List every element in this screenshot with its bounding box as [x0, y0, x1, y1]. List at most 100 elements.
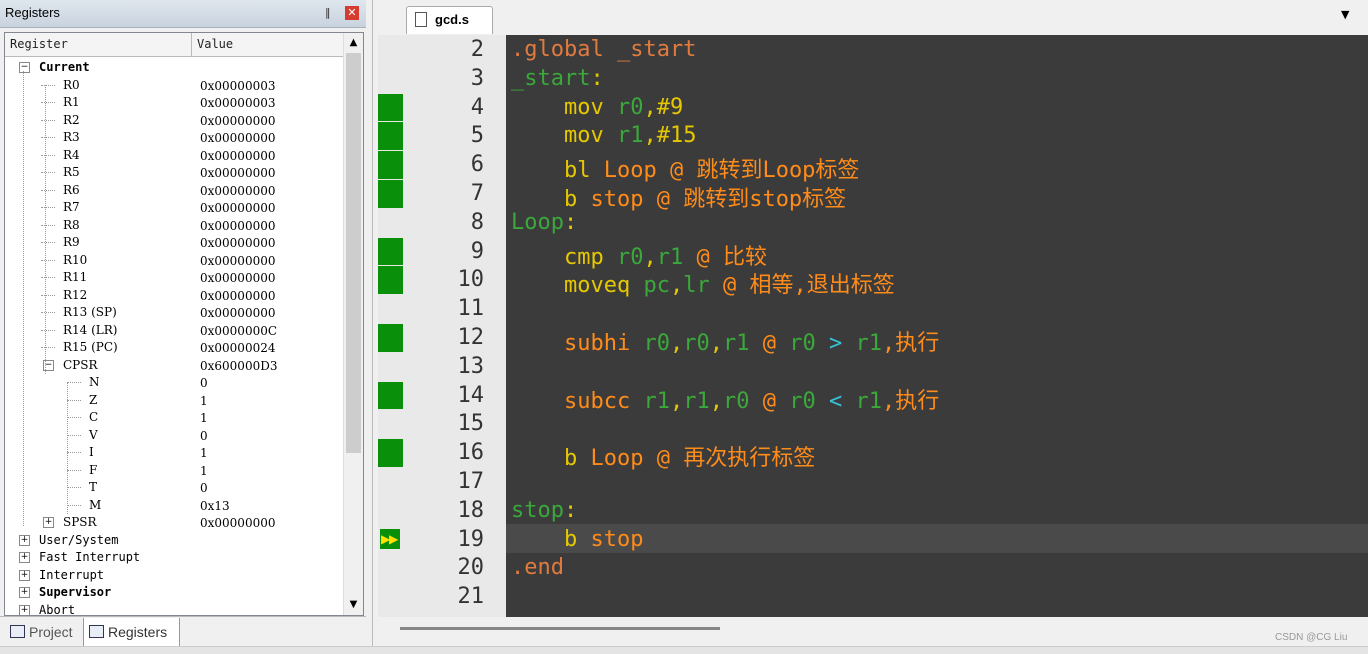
line-number: 5 [470, 123, 484, 149]
register-value: 0x00000000 [200, 201, 276, 215]
hscroll-thumb[interactable] [400, 627, 720, 630]
flag-row[interactable]: N0 [5, 374, 341, 391]
flag-row[interactable]: M 0x13 [5, 497, 341, 514]
register-row[interactable]: R14 (LR) 0x0000000C [5, 322, 341, 339]
flag-row[interactable]: T0 [5, 479, 341, 496]
code-line[interactable]: subhi r0,r0,r1 @ r0 > r1,执行 [511, 325, 939, 357]
tab-project-label: Project [29, 624, 73, 640]
code-line[interactable]: moveq pc,lr @ 相等,退出标签 [511, 267, 895, 299]
tree-node-mode[interactable]: + User/System [5, 532, 341, 549]
tree-node-spsr[interactable]: + SPSR 0x00000000 [5, 514, 341, 531]
expand-icon[interactable]: + [19, 534, 30, 546]
code-line[interactable]: b stop @ 跳转到stop标签 [511, 181, 846, 213]
register-tree[interactable]: Register Value − Current R0 0x00000003 R1 0x0… [4, 32, 364, 616]
register-row[interactable]: R4 0x00000000 [5, 147, 341, 164]
tree-node-cpsr[interactable]: − CPSR 0x600000D3 [5, 357, 341, 374]
code-line[interactable]: cmp r0,r1 @ 比较 [511, 239, 767, 271]
code-line[interactable]: .global _start [511, 37, 696, 62]
tree-connector [41, 329, 55, 331]
flag-row[interactable]: I1 [5, 444, 341, 461]
register-row[interactable]: R13 (SP) 0x00000000 [5, 304, 341, 321]
expand-icon[interactable]: + [43, 517, 54, 528]
register-row[interactable]: R10 0x00000000 [5, 252, 341, 269]
code-line[interactable]: subcc r1,r1,r0 @ r0 < r1,执行 [511, 383, 939, 415]
register-row[interactable]: R9 0x00000000 [5, 234, 341, 251]
register-row[interactable]: R6 0x00000000 [5, 182, 341, 199]
dropdown-icon[interactable]: ▼ [1341, 8, 1349, 21]
register-row[interactable]: R1 0x00000003 [5, 94, 341, 111]
register-row[interactable]: R11 0x00000000 [5, 269, 341, 286]
breakpoint-marker[interactable] [378, 93, 403, 122]
register-row[interactable]: R7 0x00000000 [5, 199, 341, 216]
flag-row[interactable]: Z1 [5, 392, 341, 409]
breakpoint-marker[interactable] [378, 381, 403, 410]
expand-icon[interactable]: + [19, 604, 30, 615]
register-name: R12 [63, 287, 88, 302]
expand-icon[interactable]: + [19, 552, 30, 563]
register-name: R6 [63, 182, 80, 197]
register-name: CPSR [63, 357, 98, 372]
code-area[interactable]: 2 3 4 5 6 7 8 9 10 11 12 13 14 15 16 17 18 19 20 21 ▶ ▶ .glo… [378, 35, 1368, 617]
breakpoint-marker[interactable] [378, 151, 403, 179]
register-row[interactable]: R2 0x00000000 [5, 112, 341, 129]
breakpoint-marker[interactable] [378, 180, 403, 208]
breakpoint-marker[interactable] [378, 237, 403, 266]
code-line[interactable]: bl Loop @ 跳转到Loop标签 [511, 152, 859, 184]
code-token: r0 [616, 244, 644, 270]
code-line[interactable]: _start: [511, 66, 604, 91]
tree-node-mode[interactable]: + Interrupt [5, 567, 341, 584]
scroll-thumb[interactable] [346, 53, 361, 453]
code-line[interactable]: b Loop @ 再次执行标签 [511, 440, 815, 472]
breakpoint-marker[interactable] [378, 266, 403, 295]
tab-project[interactable]: Project [5, 618, 79, 646]
code-line[interactable]: Loop: [511, 210, 577, 235]
close-icon[interactable]: ✕ [345, 6, 359, 20]
column-header-register[interactable]: Register [5, 33, 192, 56]
code-line[interactable]: b stop [511, 527, 643, 552]
register-row[interactable]: R3 0x00000000 [5, 129, 341, 146]
code-token: < [828, 388, 843, 414]
register-row[interactable]: R12 0x00000000 [5, 287, 341, 304]
code-token: @ [762, 388, 790, 414]
horizontal-scrollbar[interactable] [378, 617, 1368, 643]
register-name: R5 [63, 165, 80, 179]
code-line[interactable]: mov r1,#15 [511, 123, 696, 148]
tree-node-current[interactable]: − Current [5, 59, 341, 76]
register-value: 0x00000000 [200, 306, 276, 320]
file-tab[interactable]: gcd.s [406, 6, 493, 34]
scroll-up-icon[interactable]: ▲ [344, 33, 363, 52]
flag-row[interactable]: C1 [5, 409, 341, 426]
register-row[interactable]: R15 (PC) 0x00000024 [5, 339, 341, 356]
breakpoint-marker[interactable] [378, 324, 403, 352]
column-header-value[interactable]: Value [192, 33, 345, 56]
code-line[interactable]: mov r0,#9 [511, 95, 683, 120]
pin-icon[interactable]: ‖ [325, 6, 331, 19]
scroll-down-icon[interactable]: ▼ [344, 595, 363, 614]
code-token: ,执行 [881, 331, 940, 356]
tree-node-mode[interactable]: + Fast Interrupt [5, 549, 341, 566]
code-token: @ [762, 331, 790, 356]
code-line[interactable]: .end [511, 555, 564, 580]
collapse-icon[interactable]: − [19, 62, 30, 73]
vertical-scrollbar[interactable]: ▲ ▼ [343, 33, 363, 615]
flag-row[interactable]: F1 [5, 462, 341, 479]
register-row[interactable]: R0 0x00000003 [5, 77, 341, 94]
tree-connector [67, 434, 81, 436]
tree-node-mode[interactable]: + Supervisor [5, 584, 341, 601]
code-line[interactable]: stop: [511, 498, 577, 523]
breakpoint-marker[interactable] [378, 439, 403, 467]
expand-icon[interactable]: + [19, 587, 30, 598]
watermark: CSDN @CG Liu [1275, 632, 1348, 643]
line-number: 17 [457, 469, 485, 494]
register-row[interactable]: R5 0x00000000 [5, 164, 341, 181]
register-row[interactable]: R8 0x00000000 [5, 217, 341, 234]
code-token: @ 相等,退出标签 [722, 273, 895, 299]
register-value: 0x00000000 [200, 148, 276, 163]
expand-icon[interactable]: + [19, 569, 30, 581]
tree-connector [41, 102, 55, 103]
tab-registers[interactable]: Registers [83, 618, 180, 647]
breakpoint-marker[interactable] [378, 122, 403, 151]
flag-row[interactable]: V0 [5, 427, 341, 444]
tree-node-mode[interactable]: + Abort [5, 602, 341, 615]
